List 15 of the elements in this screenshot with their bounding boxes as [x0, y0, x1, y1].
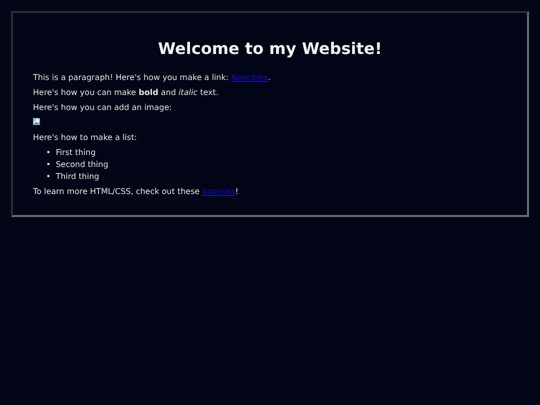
paragraph: To learn more HTML/CSS, check out these tutorials!: [33, 187, 240, 197]
list-item: Second thing: [56, 160, 108, 170]
page-heading: Welcome to my Website!: [156, 40, 384, 58]
list-bullet: •: [46, 160, 51, 170]
paragraph: Here's how you can make bold and italic text.: [33, 88, 220, 98]
list-bullet: •: [46, 172, 51, 182]
text-link[interactable]: tutorials: [202, 187, 236, 196]
text-link[interactable]: Neocities: [231, 73, 268, 82]
paragraph: This is a paragraph! Here's how you make a link: Neocities.: [33, 73, 272, 83]
list-bullet: •: [46, 148, 51, 158]
paragraph: Here's how to make a list:: [33, 133, 138, 143]
list-item: First thing: [56, 148, 96, 158]
list-item: Third thing: [56, 172, 100, 182]
broken-image-icon: [33, 118, 40, 125]
paragraph: Here's how you can add an image:: [33, 103, 173, 113]
